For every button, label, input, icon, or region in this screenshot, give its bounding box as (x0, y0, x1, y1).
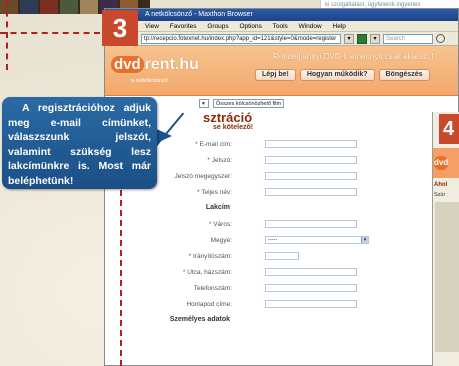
site-nav: Lépj be! Hogyan működik? Böngészés (255, 69, 430, 81)
site-tagline: Rendelj annyi DVD-t, amennyit csak akars… (273, 52, 434, 61)
login-button[interactable]: Lépj be! (255, 69, 296, 81)
registration-subtitle: se kötelező! (213, 124, 254, 131)
zip-label: * Irányítószám: (188, 253, 232, 260)
zip-field[interactable] (265, 252, 299, 260)
next-step-title: Ahol (434, 182, 448, 188)
password-label: * Jelszó: (207, 157, 232, 164)
site-header: dvd rent.hu a netkölcsönző Rendelj annyi… (105, 46, 458, 96)
address-section-heading: Lakcím (205, 204, 230, 211)
thumbnail (40, 0, 58, 14)
form-row-fullname: * Teljes név: (135, 187, 458, 203)
logo-subtitle: a netkölcsönző (131, 78, 168, 84)
menu-options[interactable]: Options (239, 23, 261, 30)
city-label: * Város: (208, 221, 232, 228)
registration-title: sztráció (203, 110, 253, 125)
red-dashed-line (0, 32, 100, 34)
next-step-logo: dvd (434, 156, 448, 170)
how-it-works-button[interactable]: Hogyan működik? (299, 69, 375, 81)
form-row-phone: Telefonszám: (135, 283, 458, 299)
browse-button[interactable]: Böngészés (378, 69, 430, 81)
url-input[interactable]: tp://recepcio.fotexnet.hu/index.php?app_… (141, 33, 341, 44)
filter-dropdown-toggle[interactable]: ▾ (199, 99, 209, 108)
form-section-personal: Személyes adatok (135, 315, 458, 331)
password-confirm-label: Jelszó megegyszer: (174, 173, 232, 180)
fullname-label: * Teljes név: (197, 189, 232, 196)
registration-form: * E-mail cím: * Jelszó: Jelszó megegysze… (135, 139, 458, 331)
chevron-down-icon[interactable]: ▾ (370, 33, 380, 44)
personal-section-heading: Személyes adatok (169, 316, 230, 323)
password-confirm-field[interactable] (265, 172, 357, 180)
thumbnail (60, 0, 78, 14)
go-button[interactable] (357, 33, 367, 44)
email-field[interactable] (265, 140, 357, 148)
password-field[interactable] (265, 156, 357, 164)
form-row-street: * Utca, házszám: (135, 267, 458, 283)
step-number-badge: 3 (102, 10, 138, 46)
red-dashed-frame (0, 0, 8, 70)
film-filter-select[interactable]: Összes kölcsönözhető film (213, 99, 285, 108)
county-label: Megye: (210, 237, 232, 244)
street-field[interactable] (265, 268, 357, 276)
city-field[interactable] (265, 220, 357, 228)
form-row-city: * Város: (135, 219, 458, 235)
thumbnail (20, 0, 38, 14)
dropdown-button[interactable]: ▾ (344, 33, 354, 44)
menu-window[interactable]: Window (299, 23, 322, 30)
form-row-password: * Jelszó: (135, 155, 458, 171)
homepage-label: Honlapod címe: (186, 301, 232, 308)
county-select-value: ----- (268, 237, 278, 243)
email-label: * E-mail cím: (195, 141, 232, 148)
search-icon[interactable] (436, 34, 445, 43)
browser-window: A netkölcsönző - Maxthon Browser View Fa… (104, 8, 459, 366)
menu-bar: View Favorites Groups Options Tools Wind… (105, 21, 458, 32)
search-input[interactable]: Search (383, 33, 433, 44)
menu-favorites[interactable]: Favorites (170, 23, 197, 30)
address-bar: tp://recepcio.fotexnet.hu/index.php?app_… (105, 32, 458, 46)
next-step-screenshot: 4 dvd Ahol Szür (432, 112, 459, 366)
window-title: A netkölcsönző - Maxthon Browser (105, 9, 458, 21)
county-select[interactable]: ----- ▾ (265, 236, 369, 244)
next-step-panel (435, 202, 459, 352)
next-step-subtitle: Szür (434, 192, 446, 198)
phone-label: Telefonszám: (193, 285, 232, 292)
logo-dvd-mark: dvd (111, 56, 144, 73)
form-row-homepage: Honlapod címe: (135, 299, 458, 315)
form-row-county: Megye: ----- ▾ (135, 235, 458, 251)
form-row-password-confirm: Jelszó megegyszer: (135, 171, 458, 187)
menu-help[interactable]: Help (333, 23, 346, 30)
next-step-number-badge: 4 (439, 114, 459, 144)
menu-tools[interactable]: Tools (273, 23, 288, 30)
logo-wordmark: rent.hu (144, 56, 199, 73)
chevron-down-icon[interactable]: ▾ (361, 237, 368, 243)
form-section-address: Lakcím (135, 203, 458, 219)
thumbnail (80, 0, 98, 14)
homepage-field[interactable] (265, 300, 357, 308)
street-label: * Utca, házszám: (182, 269, 232, 276)
menu-groups[interactable]: Groups (207, 23, 228, 30)
site-logo[interactable]: dvd rent.hu (111, 56, 199, 74)
form-row-zip: * Irányítószám: (135, 251, 458, 267)
red-dashed-bracket (120, 190, 122, 366)
form-row-email: * E-mail cím: (135, 139, 458, 155)
annotation-callout: A regisztrációhoz adjuk meg e-mail címün… (2, 97, 157, 189)
menu-view[interactable]: View (145, 23, 159, 30)
fullname-field[interactable] (265, 188, 357, 196)
filter-row: ▾ Összes kölcsönözhető film (199, 99, 458, 108)
phone-field[interactable] (265, 284, 357, 292)
